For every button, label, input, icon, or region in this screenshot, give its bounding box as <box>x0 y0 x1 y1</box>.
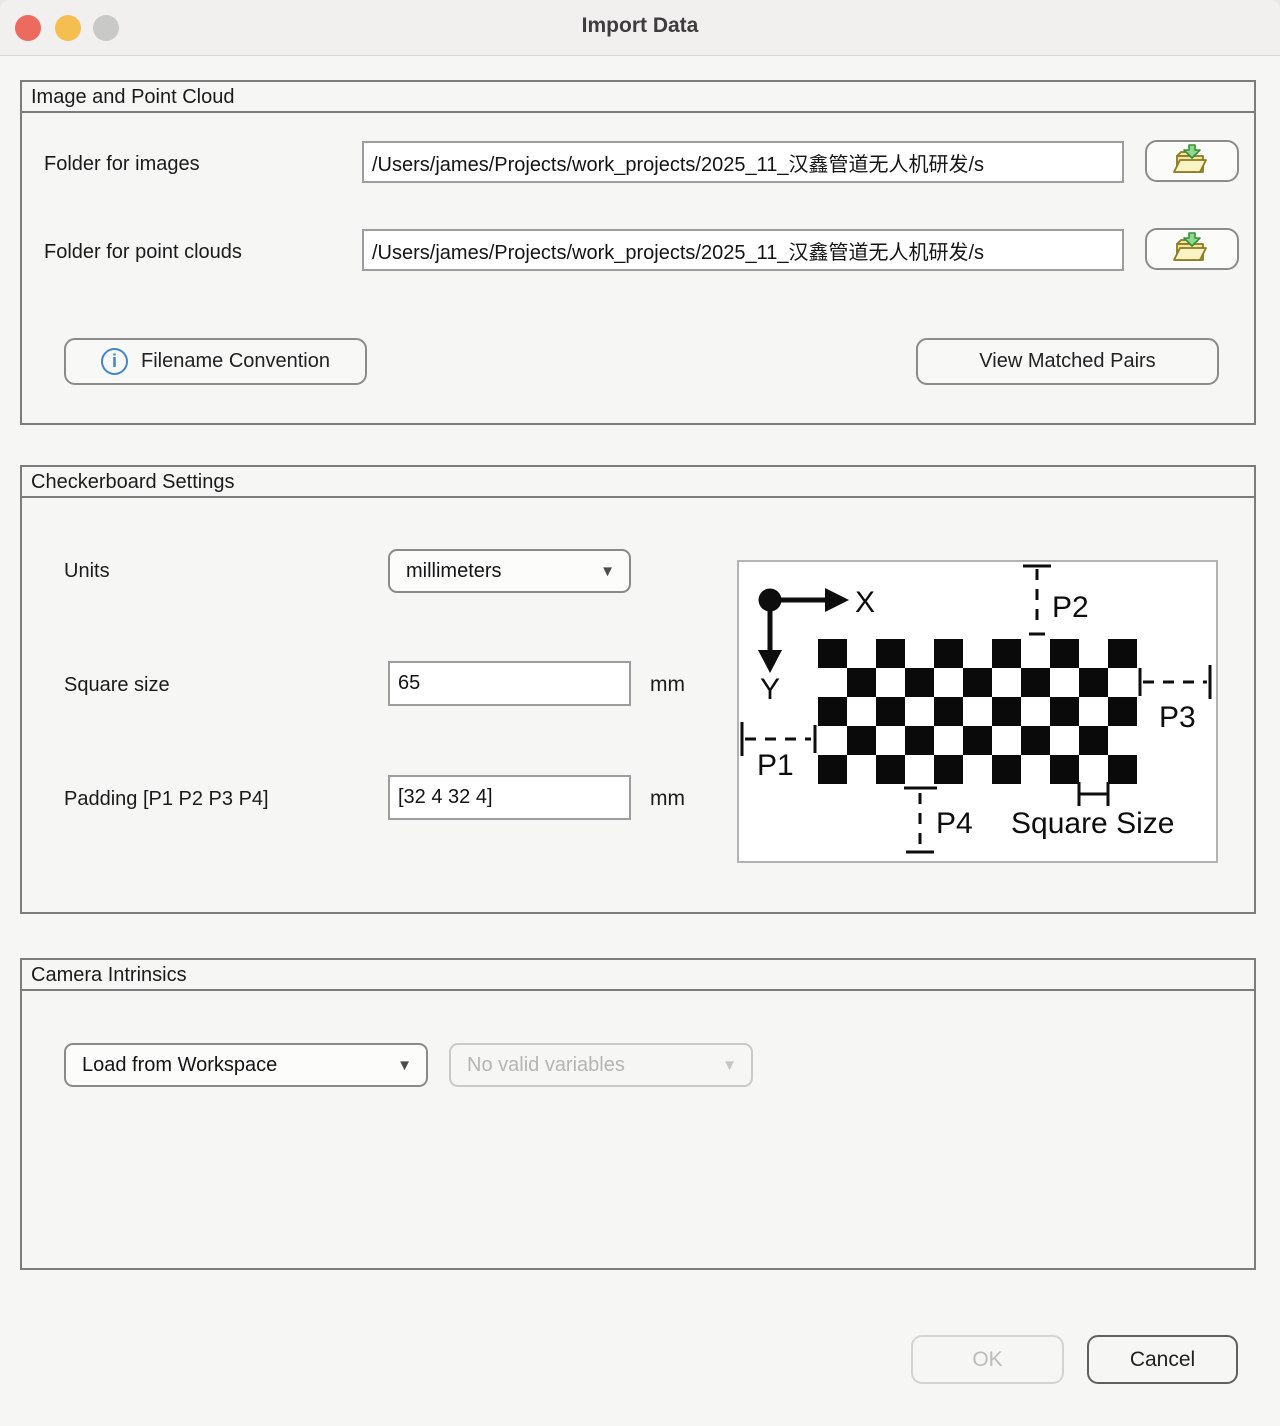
chevron-down-icon: ▼ <box>600 563 615 580</box>
filename-convention-button-label: Filename Convention <box>141 350 330 373</box>
folder-for-images-label: Folder for images <box>44 152 200 176</box>
folder-for-point-clouds-label: Folder for point clouds <box>44 240 242 264</box>
chevron-down-icon: ▼ <box>722 1057 737 1074</box>
checkerboard-settings-panel-title: Checkerboard Settings <box>22 467 1254 498</box>
checkerboard-cells <box>818 639 1137 784</box>
p2-label: P2 <box>1052 591 1089 624</box>
padding-label: Padding [P1 P2 P3 P4] <box>64 787 269 811</box>
padding-unit-label: mm <box>650 787 685 811</box>
camera-intrinsics-panel-title: Camera Intrinsics <box>22 960 1254 991</box>
folder-import-icon <box>1170 231 1214 267</box>
p2-measure <box>1023 566 1051 634</box>
camera-intrinsics-panel: Camera Intrinsics Load from Workspace ▼ … <box>20 958 1256 1270</box>
image-point-cloud-panel-title: Image and Point Cloud <box>22 82 1254 113</box>
p4-measure <box>904 788 937 852</box>
cancel-button[interactable]: Cancel <box>1087 1335 1238 1384</box>
square-size-label: Square size <box>64 673 170 697</box>
checkerboard-settings-panel: Checkerboard Settings Units millimeters … <box>20 465 1256 914</box>
ok-button-label: OK <box>972 1348 1002 1372</box>
chevron-down-icon: ▼ <box>397 1057 412 1074</box>
p4-label: P4 <box>936 807 973 840</box>
view-matched-pairs-button-label: View Matched Pairs <box>979 350 1155 373</box>
browse-images-folder-button[interactable] <box>1145 140 1239 182</box>
info-icon: i <box>101 348 128 375</box>
units-label: Units <box>64 559 110 583</box>
view-matched-pairs-button[interactable]: View Matched Pairs <box>916 338 1219 385</box>
units-dropdown-value: millimeters <box>406 560 502 583</box>
import-data-dialog: Import Data Image and Point Cloud Folder… <box>0 0 1280 1426</box>
padding-input[interactable] <box>388 775 631 820</box>
square-size-unit-label: mm <box>650 673 685 697</box>
title-bar: Import Data <box>0 0 1280 56</box>
window-title: Import Data <box>0 14 1280 38</box>
ok-button[interactable]: OK <box>911 1335 1064 1384</box>
y-axis-label: Y <box>760 673 780 706</box>
checkerboard-diagram-svg: X Y P2 P3 <box>739 562 1216 861</box>
intrinsics-variables-dropdown-value: No valid variables <box>467 1054 625 1077</box>
square-size-input[interactable] <box>388 661 631 706</box>
image-point-cloud-panel: Image and Point Cloud Folder for images … <box>20 80 1256 425</box>
p3-label: P3 <box>1159 701 1196 734</box>
intrinsics-source-dropdown-value: Load from Workspace <box>82 1054 277 1077</box>
intrinsics-source-dropdown[interactable]: Load from Workspace ▼ <box>64 1043 428 1087</box>
x-axis-label: X <box>855 586 875 619</box>
folder-for-images-input[interactable] <box>362 141 1124 183</box>
square-size-measure <box>1079 782 1108 806</box>
cancel-button-label: Cancel <box>1130 1348 1195 1372</box>
intrinsics-variables-dropdown[interactable]: No valid variables ▼ <box>449 1043 753 1087</box>
browse-point-clouds-folder-button[interactable] <box>1145 228 1239 270</box>
diagram-square-size-label: Square Size <box>1011 807 1174 840</box>
p3-measure <box>1140 665 1210 699</box>
folder-import-icon <box>1170 143 1214 179</box>
filename-convention-button[interactable]: i Filename Convention <box>64 338 367 385</box>
checkerboard-diagram: X Y P2 P3 <box>737 560 1218 863</box>
folder-for-point-clouds-input[interactable] <box>362 229 1124 271</box>
p1-label: P1 <box>757 749 794 782</box>
units-dropdown[interactable]: millimeters ▼ <box>388 549 631 593</box>
